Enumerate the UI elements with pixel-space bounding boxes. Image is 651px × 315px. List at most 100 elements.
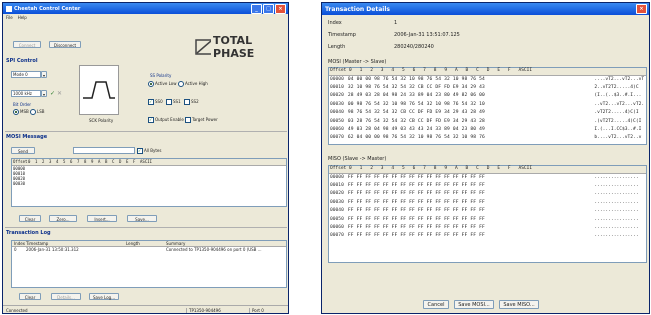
table-row: 00060 FF FF FF FF FF FF FF FF FF FF FF FF…: [329, 224, 646, 232]
hex-column-header: C: [476, 68, 479, 73]
mosi-divider: [5, 131, 287, 132]
spi-mode-diagram: [79, 65, 119, 115]
mosi-length-field[interactable]: [73, 147, 135, 154]
active-low-radio[interactable]: Active Low: [148, 81, 177, 87]
table-row: 00070 62 04 00 00 98 76 54 32 10 98 76 54…: [329, 134, 646, 142]
log-col-timestamp[interactable]: Timestamp: [26, 241, 126, 246]
apply-check-icon[interactable]: ✓: [50, 90, 55, 97]
ss1-checkbox[interactable]: SS1: [166, 99, 181, 105]
transaction-details-dialog: Transaction Details × Index 1 Timestamp …: [321, 2, 650, 314]
miso-section-label: MISO (Slave -> Master): [328, 156, 387, 162]
hex-column-header: E: [126, 159, 129, 164]
hex-bytes: FF FF FF FF FF FF FF FF FF FF FF FF FF F…: [347, 199, 485, 205]
connect-button[interactable]: Connect: [13, 41, 41, 48]
log-save-button[interactable]: Save Log...: [89, 293, 119, 300]
menu-file[interactable]: File: [6, 15, 13, 20]
dialog-mosi-rows: 00000 04 00 00 98 76 54 32 10 98 76 54 32…: [329, 76, 646, 143]
send-button[interactable]: Send: [11, 147, 35, 154]
hex-column-header: A: [98, 159, 101, 164]
hex-bytes: 28 49 03 28 04 98 24 33 89 04 23 80 49 8…: [347, 93, 485, 99]
log-heading: Transaction Log: [6, 230, 51, 236]
table-row: 00030 00 98 76 54 32 10 98 76 54 32 10 98…: [329, 101, 646, 109]
mosi-zero-button[interactable]: Zero...: [49, 215, 77, 222]
hex-bytes: 98 76 54 32 54 32 CB CC DF FD E9 34 29 4…: [347, 110, 485, 116]
hex-ascii: 2..vT2T2.....4)C: [594, 84, 639, 90]
hex-column-header: 2: [42, 159, 45, 164]
menu-bar: File Help: [3, 14, 288, 21]
msb-radio[interactable]: MSB: [13, 109, 29, 115]
disconnect-button[interactable]: Disconnect: [49, 41, 81, 48]
log-details-button[interactable]: Details...: [51, 293, 81, 300]
hex-bytes: FF FF FF FF FF FF FF FF FF FF FF FF FF F…: [347, 216, 485, 222]
mode-dropdown-arrow-icon[interactable]: ▾: [41, 71, 47, 78]
log-col-index[interactable]: Index: [12, 241, 26, 246]
hex-column-header: A: [454, 68, 458, 73]
hex-column-header: 7: [423, 166, 426, 171]
cancel-x-icon[interactable]: ✕: [57, 90, 62, 97]
spi-control-heading: SPI Control: [6, 58, 38, 64]
table-row: 00020 FF FF FF FF FF FF FF FF FF FF FF FF…: [329, 190, 646, 198]
status-device: TP1350-904496: [186, 308, 249, 313]
target-power-label: Target Power: [192, 117, 218, 122]
minimize-button[interactable]: _: [251, 4, 262, 14]
hex-column-header: 6: [70, 159, 73, 164]
all-bytes-checkbox[interactable]: ✓ All Bytes: [137, 148, 161, 154]
log-col-length[interactable]: Length: [126, 241, 166, 246]
ss0-checkbox[interactable]: ✓ SS0: [148, 99, 163, 105]
mosi-clear-button[interactable]: Clear: [19, 215, 41, 222]
active-high-radio[interactable]: Active High: [178, 81, 208, 87]
save-mosi-button[interactable]: Save MOSI...: [454, 300, 494, 309]
target-power-checkbox[interactable]: Target Power: [185, 117, 218, 123]
bitrate-dropdown-arrow-icon[interactable]: ▾: [41, 90, 47, 97]
menu-help[interactable]: Help: [18, 15, 27, 20]
hex-column-header: F: [507, 68, 511, 73]
hex-column-header: 0: [349, 166, 352, 171]
mode-select[interactable]: Mode 0: [11, 71, 41, 78]
hex-offset: 00030: [330, 101, 344, 107]
output-enable-checkbox[interactable]: ✓ Output Enable: [148, 117, 184, 123]
hex-column-header: Offset: [330, 166, 347, 171]
table-row: 00050 03 28 76 54 32 54 32 CB CC DF FD E9…: [329, 118, 646, 126]
hex-column-header: D: [486, 166, 490, 171]
table-row[interactable]: 0 2006-Jan-31 13:50:31.312 Connected to …: [12, 247, 286, 252]
dialog-title-bar[interactable]: Transaction Details ×: [322, 3, 649, 15]
mosi-save-button[interactable]: Save...: [127, 215, 157, 222]
dialog-close-button[interactable]: ×: [636, 4, 647, 14]
logo-text: TOTAL PHASE: [213, 34, 255, 60]
log-clear-button[interactable]: Clear: [19, 293, 41, 300]
transaction-log-table[interactable]: Index Timestamp Length Summary 0 2006-Ja…: [11, 240, 287, 288]
hex-bytes: 04 00 00 98 76 54 32 10 98 76 54 32 10 9…: [347, 76, 485, 82]
hex-ascii: ................: [594, 174, 639, 180]
hex-offset: 00000: [330, 76, 344, 82]
status-connection: Connected: [6, 308, 28, 313]
hex-column-header: B: [465, 68, 469, 73]
save-miso-button[interactable]: Save MISO...: [499, 300, 539, 309]
mosi-hex-editor[interactable]: Offset 0 1 2 3 4 5 6 7 8 9 A B C D E F ASCII 00000 00010 00…: [11, 158, 287, 207]
mosi-insert-button[interactable]: Insert...: [87, 215, 117, 222]
dialog-miso-hex-view[interactable]: Offset 0 1 2 3 4 5 6 7 8 9 A B C D E F ASCII 00000 FF FF F…: [328, 165, 647, 263]
bitrate-select[interactable]: 1000 kHz: [11, 90, 41, 97]
hex-offset: 00040: [330, 110, 344, 116]
lsb-radio[interactable]: LSB: [30, 109, 45, 115]
hex-column-header: 9: [444, 68, 448, 73]
diagram-caption: SCK Polarity: [89, 118, 114, 123]
dialog-cancel-button[interactable]: Cancel: [423, 300, 449, 309]
app-icon: [6, 5, 12, 12]
hex-column-header: 2: [370, 68, 373, 73]
maximize-button[interactable]: □: [263, 4, 274, 14]
bit-order-label: Bit Order: [13, 102, 32, 107]
hex-offset: 00060: [330, 224, 344, 230]
mode-value: Mode 0: [13, 72, 28, 77]
log-col-summary[interactable]: Summary: [166, 241, 286, 246]
ss2-checkbox[interactable]: SS2: [184, 99, 199, 105]
title-bar[interactable]: Cheetah Control Center _ □ ×: [3, 3, 288, 14]
status-bar: Connected TP1350-904496 Port 0: [3, 305, 288, 313]
hex-ascii: ....vT2...vT2...vT: [594, 76, 645, 82]
dialog-mosi-hex-view[interactable]: Offset 0 1 2 3 4 5 6 7 8 9 A B C D E F ASCII 00000 04 00 0…: [328, 67, 647, 145]
close-button[interactable]: ×: [275, 4, 286, 14]
hex-bytes: FF FF FF FF FF FF FF FF FF FF FF FF FF F…: [347, 182, 485, 188]
hex-ascii: ................: [594, 191, 639, 197]
hex-column-header: 2: [370, 166, 373, 171]
hex-column-header: C: [476, 166, 479, 171]
hex-offset: 00070: [330, 233, 344, 239]
